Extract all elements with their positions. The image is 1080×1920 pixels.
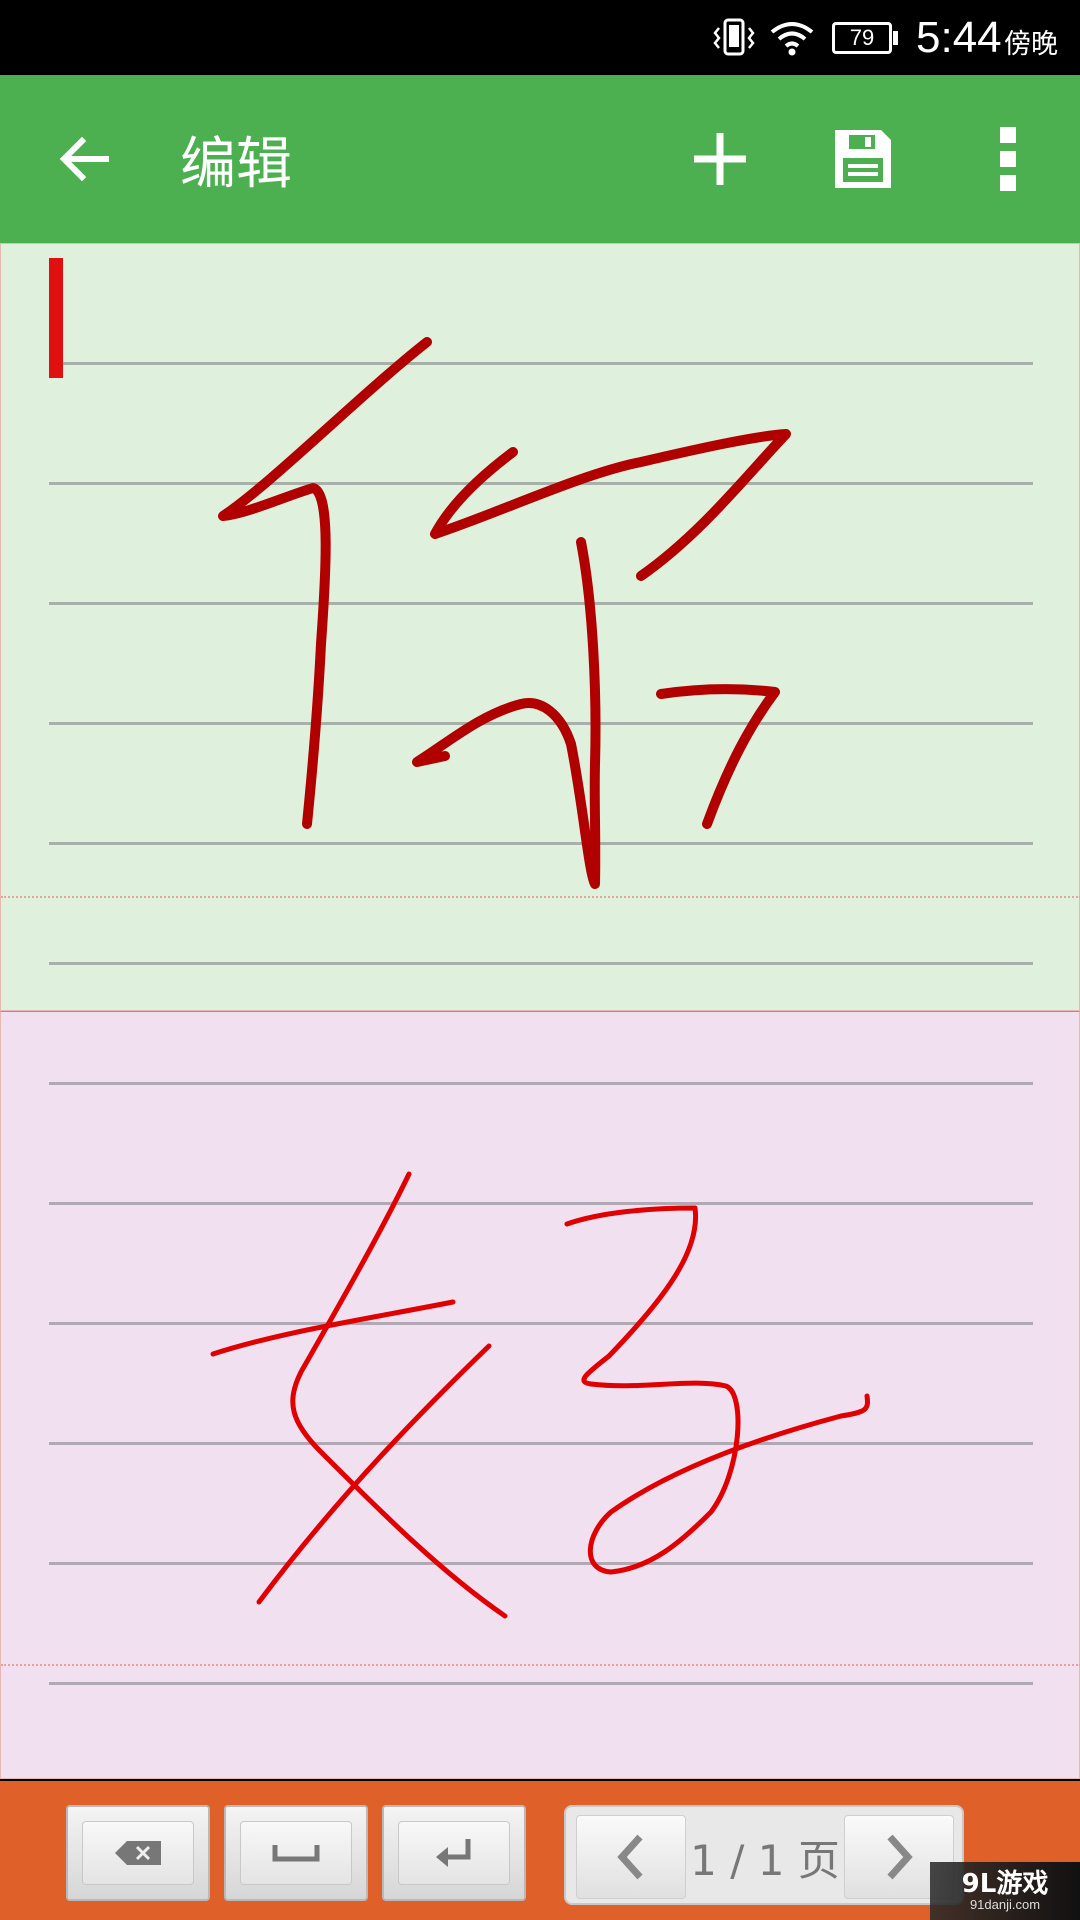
app-toolbar: 编辑 <box>0 75 1080 243</box>
back-button[interactable] <box>34 75 134 243</box>
space-button[interactable] <box>224 1805 368 1901</box>
backspace-icon <box>115 1841 161 1865</box>
space-icon <box>272 1845 320 1862</box>
watermark-text: 9L游戏 <box>961 1869 1049 1899</box>
chevron-left-icon <box>617 1834 643 1880</box>
lower-writing-pad[interactable] <box>0 1011 1080 1779</box>
more-vertical-icon <box>1000 127 1016 191</box>
bottom-bar: 1 / 1 页 <box>0 1781 1080 1920</box>
enter-button[interactable] <box>382 1805 526 1901</box>
handwriting-strokes-lower <box>210 1171 870 1619</box>
page-indicator: 1 / 1 页 <box>690 1835 840 1885</box>
add-button[interactable] <box>670 75 770 243</box>
floppy-disk-icon <box>835 130 891 188</box>
more-options-button[interactable] <box>958 75 1058 243</box>
battery-level: 79 <box>849 24 875 50</box>
save-button[interactable] <box>813 75 913 243</box>
upper-writing-pad[interactable] <box>0 243 1080 1011</box>
backspace-button[interactable] <box>66 1805 210 1901</box>
plus-icon <box>694 133 746 185</box>
enter-icon <box>436 1839 471 1867</box>
status-period: 傍晚 <box>1004 29 1058 60</box>
status-bar: 79 5:44 傍晚 <box>0 0 1080 75</box>
previous-page-button[interactable] <box>576 1815 686 1899</box>
page-navigator: 1 / 1 页 <box>564 1805 964 1905</box>
wifi-icon <box>768 0 816 75</box>
watermark-url: 91danji.com <box>969 1897 1041 1912</box>
vibrate-icon <box>712 0 756 75</box>
arrow-left-icon <box>59 136 109 182</box>
battery-icon: 79 <box>832 0 898 75</box>
handwriting-strokes-upper <box>218 337 791 889</box>
page-title: 编辑 <box>180 131 292 197</box>
status-time: 5:44 <box>916 12 1002 62</box>
chevron-right-icon <box>887 1834 913 1880</box>
watermark-logo: 9L游戏 91danji.com <box>930 1862 1080 1920</box>
